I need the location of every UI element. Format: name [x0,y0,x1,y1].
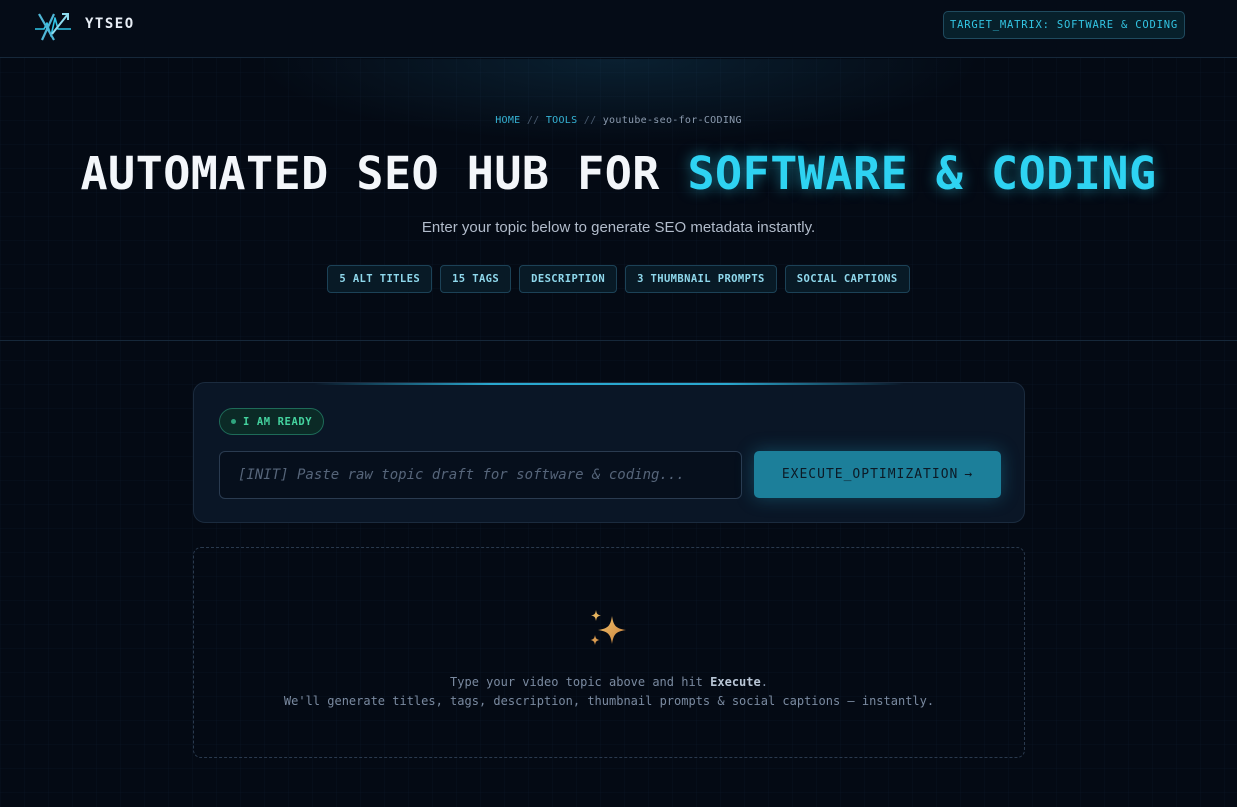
logo-icon[interactable] [32,9,74,45]
page-title-prefix: AUTOMATED SEO HUB FOR [80,147,688,200]
breadcrumb-tools[interactable]: TOOLS [546,115,578,126]
execute-button-label: EXECUTE_OPTIMIZATION [781,467,959,482]
hero-section: HOME // TOOLS // youtube-seo-for-CODING … [0,59,1237,341]
status-badge: I AM READY [219,408,325,435]
execute-button[interactable]: EXECUTE_OPTIMIZATION → [754,451,1001,498]
sparkles-icon [590,610,626,645]
feature-chips: 5 ALT TITLES 15 TAGS DESCRIPTION 3 THUMB… [0,265,1237,293]
target-matrix-badge[interactable]: TARGET_MATRIX: SOFTWARE & CODING [943,11,1185,39]
execute-keyword: Execute [710,675,761,689]
status-dot-icon [231,419,236,424]
breadcrumb-current: youtube-seo-for-CODING [602,115,742,126]
topic-input[interactable] [219,451,742,499]
breadcrumb-separator: // [526,115,540,126]
generator-card: I AM READY EXECUTE_OPTIMIZATION → [193,382,1025,523]
chip-thumbnail-prompts: 3 THUMBNAIL PROMPTS [625,265,777,293]
brand-name[interactable]: YTSEO [85,16,135,32]
empty-state-line-2: We'll generate titles, tags, description… [283,694,935,708]
breadcrumb-separator: // [583,115,597,126]
chip-social-captions: SOCIAL CAPTIONS [784,265,910,293]
page-title-accent: SOFTWARE & CODING [687,147,1157,200]
breadcrumb: HOME // TOOLS // youtube-seo-for-CODING [0,115,1237,126]
status-text: I AM READY [243,415,313,428]
arrow-right-icon: → [964,467,974,482]
breadcrumb-home[interactable]: HOME [495,115,520,126]
chip-description: DESCRIPTION [519,265,618,293]
page: YTSEO TARGET_MATRIX: SOFTWARE & CODING H… [0,0,1237,807]
chip-tags: 15 TAGS [440,265,512,293]
results-placeholder: Type your video topic above and hit Exec… [193,547,1025,758]
page-title: AUTOMATED SEO HUB FOR SOFTWARE & CODING [0,147,1237,200]
empty-state-line-1: Type your video topic above and hit Exec… [450,675,768,689]
chip-alt-titles: 5 ALT TITLES [327,265,433,293]
top-navbar: YTSEO TARGET_MATRIX: SOFTWARE & CODING [0,0,1237,58]
card-glow-line [314,383,904,385]
page-subtitle: Enter your topic below to generate SEO m… [421,219,816,236]
